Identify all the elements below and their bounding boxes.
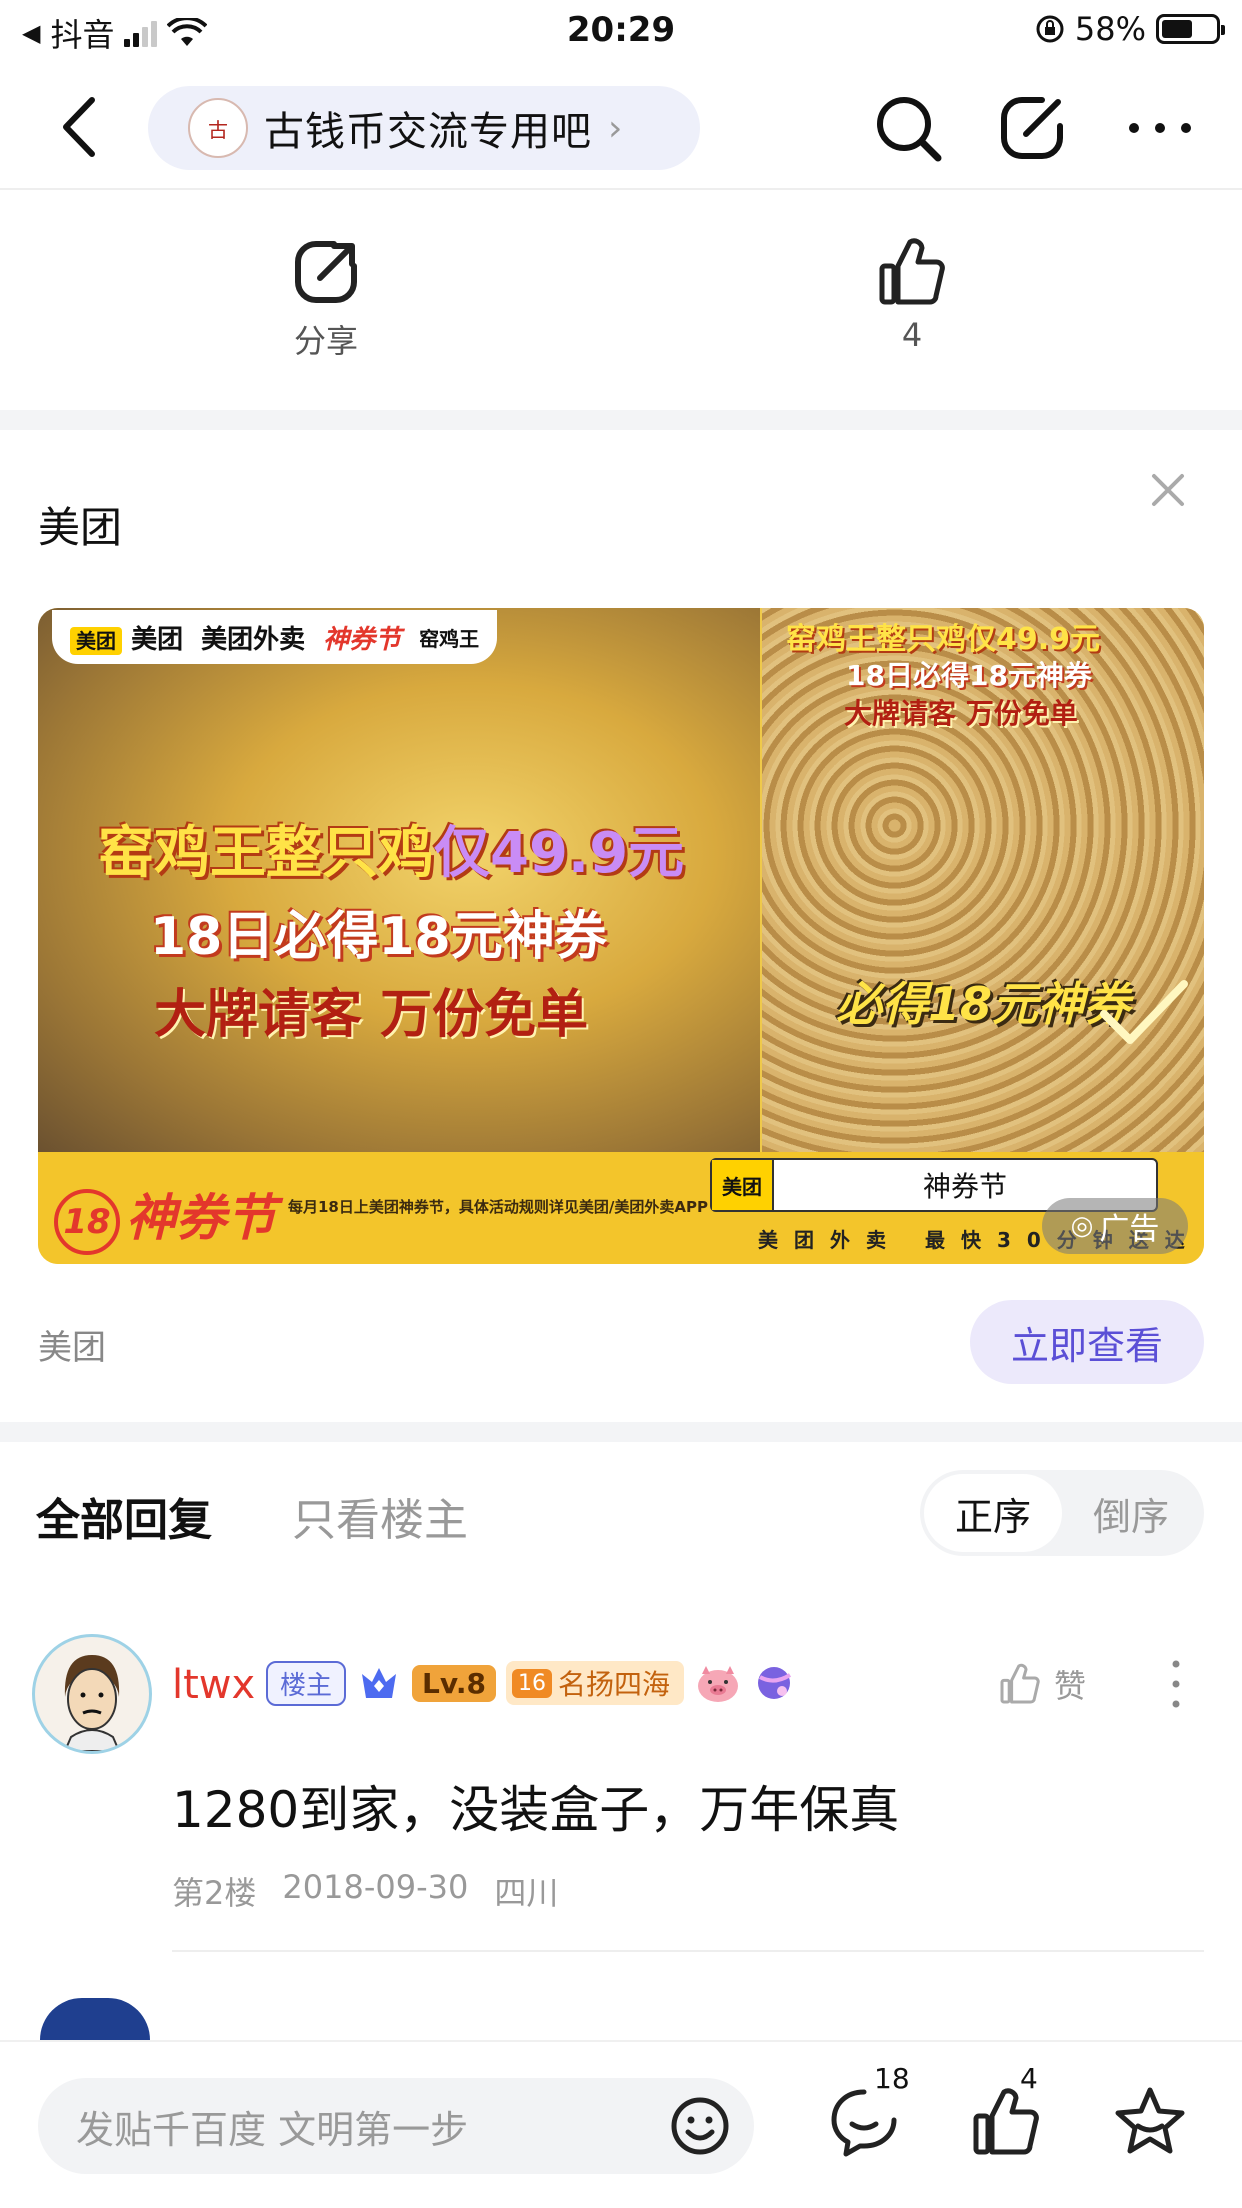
ad-search-brand: 美团 — [712, 1160, 774, 1210]
user-badges: 楼主 Lv.8 16 名扬四海 — [266, 1660, 796, 1706]
crown-icon — [362, 1668, 397, 1698]
checkmark-icon — [1100, 980, 1188, 1044]
pig-icon — [697, 1666, 738, 1702]
share-icon — [295, 241, 357, 303]
ad-advertiser-title: 美团 — [38, 503, 123, 552]
ad-bottom-strip: 18 神券节 每月18日上美团神券节，具体活动规则详见美团/美团外卖APP 美团 … — [38, 1152, 1204, 1264]
section-band — [0, 410, 1242, 430]
reply-floor: 第2楼 — [172, 1874, 257, 1912]
sort-toggle: 正序 倒序 — [920, 1470, 1204, 1556]
post-like-count: 4 — [901, 316, 923, 354]
title-badge: 16 名扬四海 — [505, 1661, 684, 1705]
back-icon[interactable] — [50, 92, 110, 162]
ad-fine-print: 每月18日上美团神券节，具体活动规则详见美团/美团外卖APP — [288, 1198, 708, 1216]
ad-coupon-text: 必得18元神券 — [836, 977, 1131, 1031]
title-number: 16 — [511, 1668, 552, 1698]
ad-card: 美团 美团 美团 美团外卖 神券节 窑鸡王 窑鸡王整只鸡仅49.9元 18日必得… — [0, 432, 1242, 1422]
bottom-bar: 发贴千百度 文明第一步 18 4 — [0, 2040, 1242, 2208]
ad-tag-label: 广告 — [1099, 1212, 1160, 1247]
level-badge: Lv.8 — [412, 1664, 496, 1702]
next-reply-avatar[interactable] — [40, 1998, 150, 2040]
forum-pill[interactable]: 古 古钱币交流专用吧 › — [148, 86, 700, 170]
reply-content: 1280到家，没装盒子，万年保真 — [172, 1781, 900, 1839]
section-band-2 — [0, 1422, 1242, 1442]
meituan-logo: 美团 — [70, 626, 122, 655]
ad-info-icon: ◎ — [1070, 1211, 1094, 1241]
tab-op-only[interactable]: 只看楼主 — [292, 1484, 468, 1548]
share-label: 分享 — [293, 322, 358, 360]
ad-headline-main: 窑鸡王整只鸡 — [98, 821, 434, 886]
ad-right-line2: 18日必得18元神券 — [846, 659, 1092, 692]
ad-line2: 18日必得18元神券 — [150, 907, 607, 967]
share-button[interactable]: 分享 — [256, 232, 396, 362]
reply-divider — [172, 1950, 1204, 1952]
ad-source: 美团 — [38, 1328, 106, 1368]
forum-logo: 古 — [188, 98, 248, 158]
nav-bar: 古 古钱币交流专用吧 › — [0, 70, 1242, 186]
reply-date: 2018-09-30 — [282, 1868, 469, 1906]
ad-line3: 大牌请客 万份免单 — [154, 985, 589, 1045]
username[interactable]: ltwx — [172, 1662, 255, 1708]
avatar-face — [63, 1655, 121, 1751]
status-right: 58% — [1035, 10, 1225, 48]
bottom-like-count: 4 — [1020, 2062, 1038, 2095]
thumb-icon — [1000, 1663, 1040, 1704]
reply-location: 四川 — [494, 1874, 559, 1912]
reply-meta: 第2楼 2018-09-30 四川 — [172, 1868, 558, 1914]
tab-all-replies[interactable]: 全部回复 — [36, 1484, 212, 1548]
sort-ascending-button[interactable]: 正序 — [924, 1474, 1062, 1552]
close-icon[interactable] — [1144, 466, 1192, 514]
avatar[interactable] — [32, 1634, 152, 1754]
ad-festival-logo: 18 神券节 — [54, 1178, 276, 1255]
ad-label-tag[interactable]: ◎ 广告 — [1042, 1198, 1188, 1254]
comment-count: 18 — [874, 2062, 910, 2095]
emoji-icon[interactable] — [668, 2094, 732, 2158]
ad-brand-meituan: 美团 — [131, 624, 184, 655]
planet-badge-icon — [757, 1667, 792, 1699]
chevron-right-icon: › — [608, 107, 623, 149]
op-badge: 楼主 — [266, 1660, 347, 1706]
post-like-button[interactable]: 4 — [842, 232, 982, 354]
ad-brand-bar: 美团 美团 美团外卖 神券节 窑鸡王 — [52, 610, 498, 664]
rotation-lock-icon — [1036, 15, 1064, 43]
composer-placeholder: 发贴千百度 文明第一步 — [76, 2107, 469, 2152]
ad-logo-number: 18 — [54, 1188, 120, 1255]
post-action-row: 分享 4 — [0, 190, 1242, 410]
ad-banner-image[interactable]: 美团 美团 美团外卖 神券节 窑鸡王 窑鸡王整只鸡仅49.9元 18日必得18元… — [38, 608, 1204, 1264]
forum-name: 古钱币交流专用吧 — [264, 109, 592, 155]
edit-icon[interactable] — [992, 88, 1072, 168]
ad-right-line1: 窑鸡王整只鸡仅49.9元 — [786, 622, 1101, 657]
ad-brand-partner: 窑鸡王 — [419, 626, 480, 651]
status-bar: ◀ 抖音 20:29 58% — [0, 0, 1242, 62]
reply-like-button[interactable]: 赞 — [996, 1660, 1086, 1708]
ad-headline-price: 仅49.9元 — [434, 821, 685, 886]
ad-logo-text: 神券节 — [126, 1189, 276, 1247]
search-icon[interactable] — [868, 88, 948, 168]
like-icon — [879, 238, 945, 305]
reply-like-label: 赞 — [1054, 1667, 1087, 1705]
more-icon[interactable] — [1120, 88, 1200, 168]
reply-composer[interactable]: 发贴千百度 文明第一步 — [38, 2078, 754, 2174]
star-icon[interactable] — [1110, 2082, 1190, 2162]
replies-header: 全部回复 只看楼主 正序 倒序 — [0, 1442, 1242, 1582]
title-text: 名扬四海 — [557, 1668, 670, 1701]
sort-descending-button[interactable]: 倒序 — [1062, 1474, 1200, 1552]
ad-cta-button[interactable]: 立即查看 — [970, 1300, 1204, 1384]
ad-right-line3: 大牌请客 万份免单 — [844, 697, 1078, 730]
battery-fill — [1162, 20, 1192, 38]
ad-headline: 窑鸡王整只鸡仅49.9元 — [98, 808, 684, 889]
ad-brand-festival: 神券节 — [323, 624, 402, 655]
ad-brand-waimai: 美团外卖 — [201, 624, 306, 655]
battery-icon — [1156, 14, 1225, 44]
battery-percent: 58% — [1074, 10, 1146, 48]
reply-item: ltwx 楼主 Lv.8 16 名扬四海 赞 1280到家，没装盒子，万年保真 第… — [0, 1620, 1242, 1952]
vertical-more-icon[interactable] — [1162, 1654, 1190, 1714]
